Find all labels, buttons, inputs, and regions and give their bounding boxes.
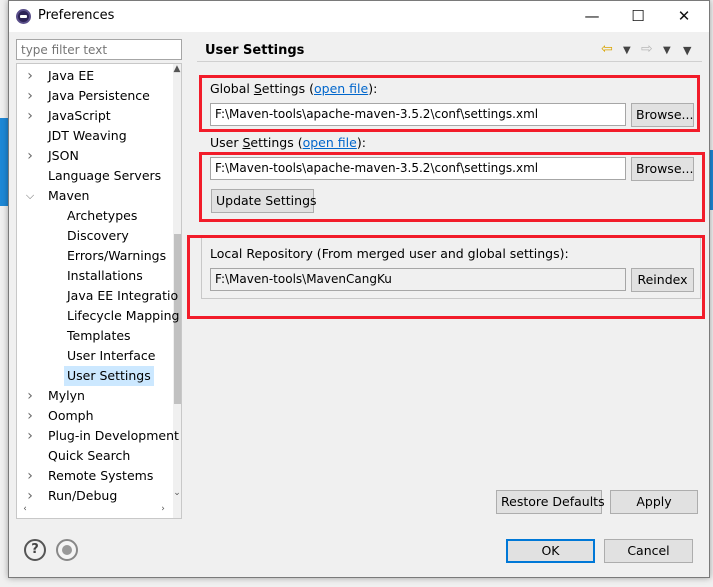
tree-item-label: JDT Weaving [48,128,127,143]
scroll-down-arrow-icon[interactable]: ⌄ [171,488,181,502]
eclipse-icon [16,9,31,24]
tree-item-label: Java Persistence [48,88,150,103]
tree-item-label: JSON [48,148,79,163]
tree-item-label: Plug-in Development [48,428,179,443]
global-open-file-link[interactable]: open file [314,81,368,96]
preferences-tree: ▲ ⌄ ‹ › › Java EE › Java Persistence › JavaSc… [16,63,182,519]
scroll-up-arrow-icon[interactable]: ▲ [171,64,181,78]
forward-menu-chevron-icon[interactable]: ▼ [663,45,671,56]
chevron-down-icon[interactable]: ⌵ [24,186,36,206]
filter-input[interactable] [16,39,182,60]
tree-item-label: Remote Systems [48,468,154,483]
tree-item-label: User Settings [64,366,154,386]
preferences-dialog: Preferences — ☐ ✕ ▲ ⌄ ‹ › › Java EE › Java … [8,0,710,578]
restore-defaults-button[interactable]: Restore Defaults [496,490,605,514]
record-macro-icon[interactable] [56,539,78,561]
minimize-button[interactable]: — [569,3,615,29]
tree-item-label: User Interface [67,348,156,363]
reindex-button[interactable]: Reindex [631,268,694,292]
tree-item-label: Installations [67,268,143,283]
ok-button[interactable]: OK [506,539,595,563]
chevron-right-icon[interactable]: › [24,426,36,446]
cancel-button[interactable]: Cancel [604,539,693,563]
close-button[interactable]: ✕ [661,3,707,29]
chevron-right-icon[interactable]: › [24,66,36,86]
chevron-right-icon[interactable]: › [24,386,36,406]
tree-item-label: JavaScript [48,108,111,123]
scroll-left-arrow-icon[interactable]: ‹ [19,504,31,518]
scroll-right-arrow-icon[interactable]: › [157,504,169,518]
apply-button[interactable]: Apply [610,490,698,514]
local-repository-field: F:\Maven-tools\MavenCangKu [210,268,626,291]
tree-item-label: Mylyn [48,388,85,403]
tree-item-label: Oomph [48,408,94,423]
tree-item-label: Discovery [67,228,129,243]
back-arrow-icon[interactable]: ⇦ [601,41,613,57]
user-settings-field[interactable]: F:\Maven-tools\apache-maven-3.5.2\conf\s… [210,157,626,180]
tree-item-label: Templates [67,328,131,343]
chevron-right-icon[interactable]: › [24,486,36,506]
background-selection-strip [0,118,8,206]
pane-title: User Settings [205,43,305,58]
global-settings-label: Global Settings (open file): [210,81,378,96]
title-separator [197,61,702,62]
user-open-file-link[interactable]: open file [303,135,357,150]
window-title: Preferences [38,8,115,23]
help-icon[interactable]: ? [24,539,46,561]
tree-item-label: Archetypes [67,208,138,223]
tree-item-label: Quick Search [48,448,131,463]
tree-item-label: Language Servers [48,168,162,183]
chevron-right-icon[interactable]: › [24,146,36,166]
global-settings-field[interactable]: F:\Maven-tools\apache-maven-3.5.2\conf\s… [210,103,626,126]
tree-item-label: Errors/Warnings [67,248,167,263]
chevron-right-icon[interactable]: › [24,86,36,106]
chevron-right-icon[interactable]: › [24,406,36,426]
user-settings-label: User Settings (open file): [210,135,366,150]
tree-item-label: Lifecycle Mapping [67,308,180,323]
global-browse-button[interactable]: Browse... [631,103,694,127]
chevron-right-icon[interactable]: › [24,466,36,486]
back-menu-chevron-icon[interactable]: ▼ [623,45,631,56]
title-bar: Preferences — ☐ ✕ [9,1,709,32]
chevron-right-icon[interactable]: › [24,106,36,126]
local-repository-label: Local Repository (From merged user and g… [210,246,569,261]
user-browse-button[interactable]: Browse... [631,157,694,181]
update-settings-button[interactable]: Update Settings [211,189,317,213]
forward-arrow-icon[interactable]: ⇨ [641,41,653,57]
tree-item-label: Run/Debug [48,488,118,503]
maximize-button[interactable]: ☐ [615,3,661,29]
tree-item-label: Java EE [48,68,95,83]
tree-item-label: Maven [48,188,90,203]
tree-item-label: Java EE Integratio [67,288,179,303]
view-menu-icon[interactable]: ▼ [683,44,691,57]
